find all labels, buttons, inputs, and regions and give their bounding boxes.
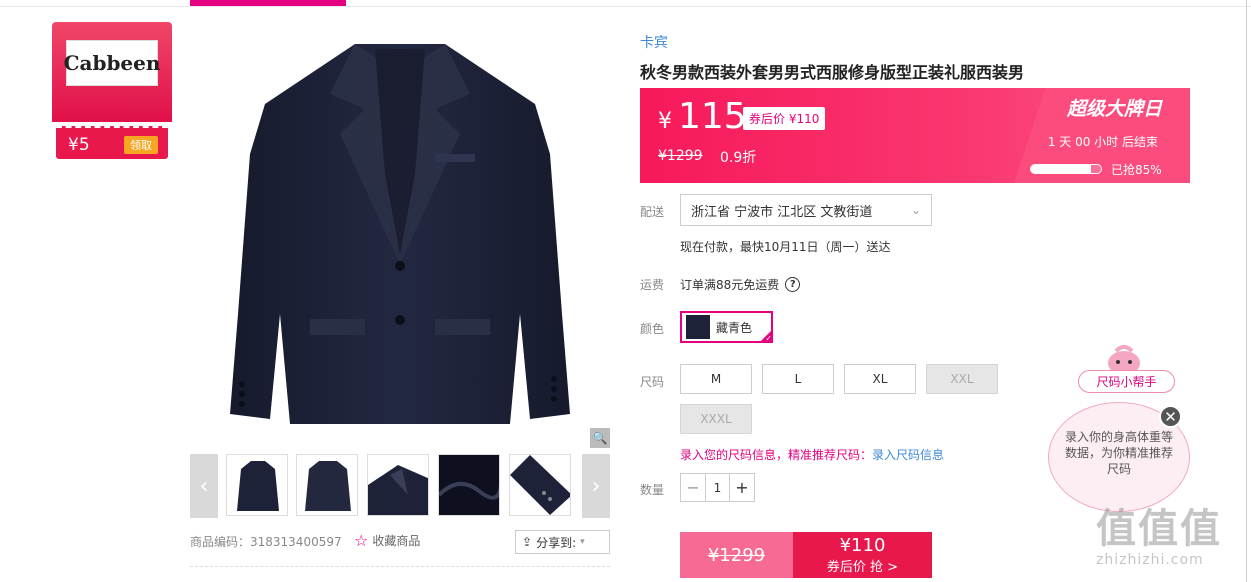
- thumbnail-next-button[interactable]: ›: [582, 454, 610, 518]
- thumbnail-fabric-icon: [439, 482, 499, 500]
- share-label: 分享到:: [536, 535, 577, 550]
- right-border: [1246, 0, 1247, 582]
- close-icon[interactable]: ✕: [1159, 405, 1182, 428]
- thumbnail-1[interactable]: [226, 454, 288, 516]
- sold-progress-bar: [1030, 164, 1102, 174]
- page: Cabbeen ¥5 领取 🔍 ‹ › 商品编码：318313400597 ☆ …: [0, 0, 1251, 582]
- buy-action-label: 券后价 抢 >: [826, 559, 899, 575]
- color-option-navy[interactable]: 藏青色 ✓: [680, 311, 773, 343]
- thumbnail-collar-detail-icon: [368, 465, 428, 515]
- quantity-label: 数量: [640, 483, 665, 497]
- share-button[interactable]: ⇪ 分享到: ▾: [515, 530, 610, 554]
- divider: [190, 566, 610, 567]
- freight-text: 订单满88元免运费: [680, 278, 780, 292]
- delivery-label: 配送: [640, 205, 665, 219]
- current-price: 115: [678, 96, 747, 137]
- star-icon: ☆: [354, 531, 369, 550]
- selected-check-icon: ✓: [759, 329, 773, 343]
- jacket-image: [230, 44, 570, 424]
- quantity-decrease-button[interactable]: −: [681, 474, 705, 501]
- coupon-price-badge: 券后价 ¥110: [743, 107, 826, 130]
- color-label: 颜色: [640, 322, 665, 336]
- watermark: 值值值 zhizhizhi.com: [1096, 496, 1246, 576]
- coupon-tag: Cabbeen: [52, 22, 172, 122]
- top-divider: [0, 6, 1251, 7]
- original-price: ¥1299: [658, 148, 703, 164]
- thumbnail-prev-button[interactable]: ‹: [190, 454, 218, 518]
- thumbnail-jacket-back-icon: [305, 461, 351, 511]
- favorite-button[interactable]: ☆ 收藏商品: [354, 531, 420, 550]
- size-helper-title[interactable]: 尺码小帮手: [1078, 370, 1175, 393]
- zoom-icon[interactable]: 🔍: [590, 428, 610, 448]
- help-icon[interactable]: ?: [785, 277, 801, 292]
- thumbnail-5[interactable]: [509, 454, 571, 516]
- thumbnail-strip: ‹ ›: [190, 454, 610, 518]
- freight-label: 运费: [640, 278, 665, 292]
- address-value: 浙江省 宁波市 江北区 文教街道: [691, 204, 873, 220]
- sold-progress-fill: [1031, 165, 1091, 173]
- freight-info: 订单满88元免运费 ?: [680, 276, 801, 293]
- discount-rate: 0.9折: [720, 150, 757, 166]
- product-code: 商品编码：318313400597: [190, 535, 342, 549]
- size-option-l[interactable]: L: [762, 364, 834, 394]
- size-option-xxxl: XXXL: [680, 404, 752, 434]
- active-tab-indicator: [190, 0, 346, 6]
- quantity-input[interactable]: 1: [705, 474, 730, 501]
- coupon-amount: ¥5: [68, 135, 90, 155]
- favorite-label: 收藏商品: [372, 534, 421, 548]
- promo-title: 超级大牌日: [1066, 98, 1162, 120]
- thumbnail-3[interactable]: [367, 454, 429, 516]
- store-coupon[interactable]: Cabbeen ¥5 领取: [52, 22, 172, 159]
- thumbnail-sleeve-icon: [510, 455, 570, 515]
- chevron-down-icon: ⌄: [910, 203, 921, 217]
- delivery-estimate: 现在付款，最快10月11日（周一）送达: [680, 240, 891, 254]
- brand-logo: Cabbeen: [64, 40, 160, 86]
- watermark-logo: 值值值: [1096, 506, 1222, 552]
- product-title: 秋冬男款西装外套男男式西服修身版型正装礼服西装男: [640, 63, 1025, 82]
- original-price-button[interactable]: ¥1299: [680, 532, 793, 578]
- claim-coupon-button[interactable]: 领取: [124, 136, 158, 154]
- size-option-xl[interactable]: XL: [844, 364, 916, 394]
- buy-button-group: ¥1299 ¥110 券后价 抢 >: [680, 532, 932, 578]
- chevron-down-icon: ▾: [580, 537, 585, 547]
- size-option-m[interactable]: M: [680, 364, 752, 394]
- thumbnail-jacket-front-icon: [237, 461, 279, 511]
- currency-symbol: ¥: [658, 109, 672, 134]
- product-main-image[interactable]: [190, 14, 610, 450]
- size-tip: 录入您的尺码信息，精准推荐尺码：录入尺码信息: [680, 446, 944, 463]
- promo-countdown: 1 天 00 小时 后结束: [1047, 135, 1158, 149]
- address-select[interactable]: 浙江省 宁波市 江北区 文教街道 ⌄: [680, 194, 932, 226]
- coupon-buy-button[interactable]: ¥110 券后价 抢 >: [793, 532, 932, 578]
- size-option-xxl: XXL: [926, 364, 998, 394]
- sold-percent: 已抢85%: [1111, 163, 1162, 177]
- quantity-increase-button[interactable]: +: [730, 474, 754, 501]
- price-panel: ¥ 115 券后价 ¥110 ¥1299 0.9折 超级大牌日 1 天 00 小…: [640, 88, 1190, 183]
- quantity-stepper: − 1 +: [680, 473, 755, 502]
- coupon-stub[interactable]: ¥5 领取: [56, 126, 168, 159]
- size-label: 尺码: [640, 375, 665, 389]
- thumbnail-2[interactable]: [296, 454, 358, 516]
- buy-price: ¥110: [839, 534, 886, 556]
- color-swatch: [686, 315, 710, 339]
- size-tip-text: 录入您的尺码信息，精准推荐尺码：: [680, 448, 873, 462]
- watermark-url: zhizhizhi.com: [1096, 552, 1204, 568]
- color-name: 藏青色: [716, 320, 753, 335]
- brand-link[interactable]: 卡宾: [640, 32, 668, 52]
- thumbnail-4[interactable]: [438, 454, 500, 516]
- enter-size-link[interactable]: 录入尺码信息: [872, 448, 944, 462]
- share-icon: ⇪: [522, 535, 533, 549]
